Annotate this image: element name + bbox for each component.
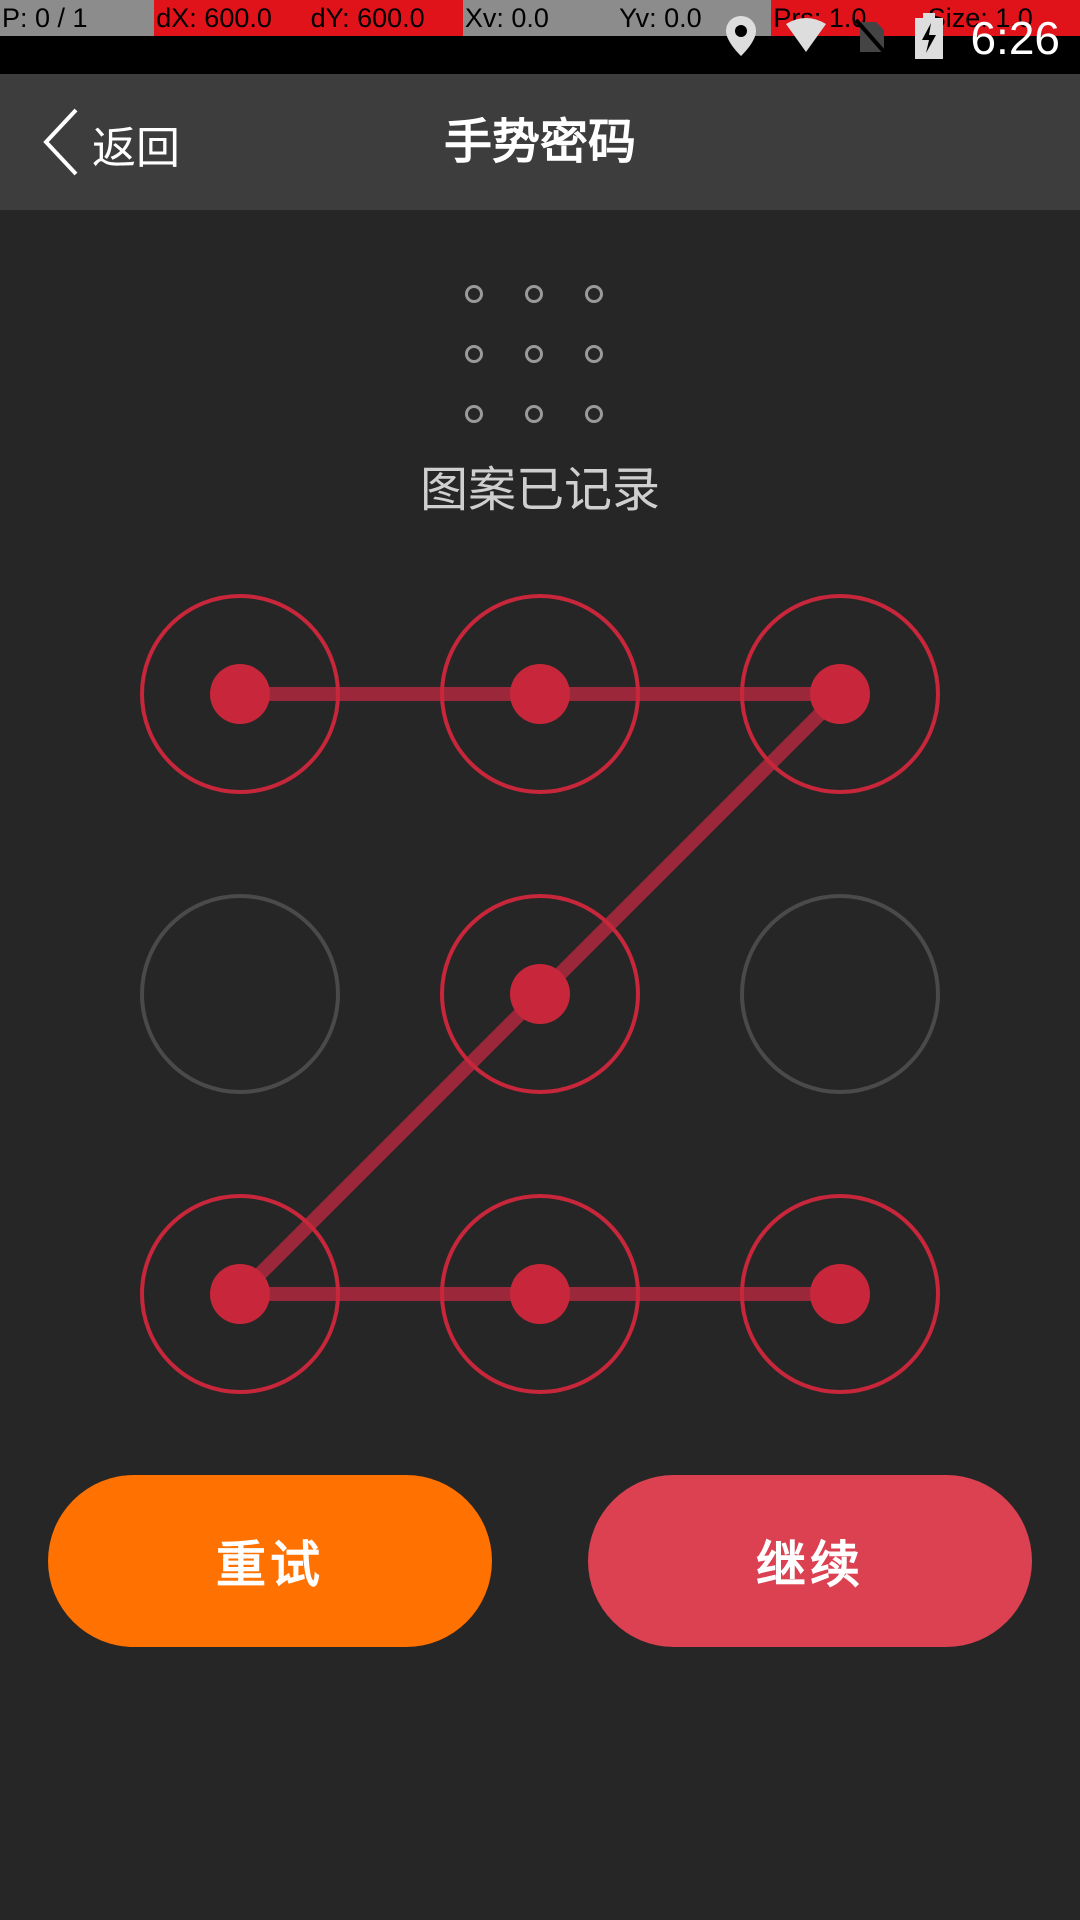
debug-cell: dY: 600.0 — [308, 0, 463, 36]
pattern-node[interactable] — [140, 894, 340, 1094]
pattern-lock[interactable] — [0, 0, 1080, 1420]
pattern-node-ring — [140, 894, 340, 1094]
pattern-node[interactable] — [740, 894, 940, 1094]
wifi-icon — [784, 18, 828, 58]
pattern-node-dot — [510, 964, 570, 1024]
retry-button[interactable]: 重试 — [48, 1475, 492, 1647]
debug-cell: dX: 600.0 — [154, 0, 309, 36]
pattern-node-ring — [740, 894, 940, 1094]
pattern-node[interactable] — [440, 894, 640, 1094]
status-icons: 6:26 — [724, 8, 1060, 68]
debug-cell: P: 0 / 1 — [0, 0, 155, 36]
pattern-node-dot — [810, 1264, 870, 1324]
pattern-node-dot — [210, 664, 270, 724]
continue-button[interactable]: 继续 — [588, 1475, 1032, 1647]
location-icon — [724, 14, 758, 62]
pattern-node-dot — [510, 1264, 570, 1324]
pattern-node-dot — [210, 1264, 270, 1324]
debug-cell: Xv: 0.0 — [462, 0, 618, 36]
pattern-node-dot — [510, 664, 570, 724]
pattern-segment — [233, 987, 547, 1301]
pattern-node-dot — [810, 664, 870, 724]
no-sim-icon — [854, 16, 888, 60]
status-time: 6:26 — [970, 12, 1060, 64]
pattern-segment — [533, 687, 847, 1001]
battery-charging-icon — [914, 13, 944, 63]
